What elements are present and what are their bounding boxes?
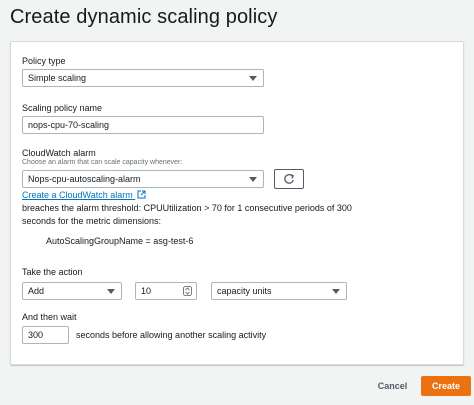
breach-description-line1: breaches the alarm threshold: CPUUtiliza… xyxy=(22,203,352,213)
breach-description-line2: seconds for the metric dimensions: xyxy=(22,216,162,226)
wait-label: And then wait xyxy=(22,312,77,322)
chevron-down-icon xyxy=(249,76,257,81)
wait-suffix-text: seconds before allowing another scaling … xyxy=(76,330,267,340)
refresh-icon xyxy=(284,173,295,184)
chevron-down-icon xyxy=(332,289,340,294)
cloudwatch-alarm-select[interactable]: Nops-cpu-autoscaling-alarm xyxy=(22,170,264,188)
take-action-label: Take the action xyxy=(22,267,83,277)
policy-name-input[interactable]: nops-cpu-70-scaling xyxy=(22,116,264,134)
policy-type-value: Simple scaling xyxy=(28,73,87,83)
number-stepper-icon[interactable] xyxy=(183,286,192,296)
cloudwatch-alarm-description: Choose an alarm that can scale capacity … xyxy=(22,159,183,166)
create-alarm-link-text: Create a CloudWatch alarm xyxy=(22,190,133,200)
action-operation-select[interactable]: Add xyxy=(22,282,122,300)
page-title: Create dynamic scaling policy xyxy=(10,6,278,28)
cloudwatch-alarm-value: Nops-cpu-autoscaling-alarm xyxy=(28,174,141,184)
metric-dimension: AutoScalingGroupName = asg-test-6 xyxy=(46,236,194,246)
external-link-icon xyxy=(137,190,146,199)
policy-type-select[interactable]: Simple scaling xyxy=(22,69,264,87)
create-policy-page: Create dynamic scaling policy Policy typ… xyxy=(0,0,474,405)
action-unit-value: capacity units xyxy=(217,286,272,296)
action-amount-input[interactable]: 10 xyxy=(135,282,197,300)
create-cloudwatch-alarm-link[interactable]: Create a CloudWatch alarm xyxy=(22,190,146,200)
create-button[interactable]: Create xyxy=(421,376,471,396)
chevron-down-icon xyxy=(249,177,257,182)
refresh-alarms-button[interactable] xyxy=(274,169,304,189)
cancel-button[interactable]: Cancel xyxy=(370,376,415,396)
wait-seconds-input[interactable]: 300 xyxy=(22,326,69,344)
cloudwatch-alarm-label: CloudWatch alarm xyxy=(22,148,96,158)
wait-seconds-value: 300 xyxy=(28,330,44,340)
policy-name-label: Scaling policy name xyxy=(22,103,103,113)
policy-form-panel: Policy type Simple scaling Scaling polic… xyxy=(10,41,464,365)
action-operation-value: Add xyxy=(28,286,45,296)
action-amount-value: 10 xyxy=(141,286,152,296)
chevron-down-icon xyxy=(107,289,115,294)
policy-name-value: nops-cpu-70-scaling xyxy=(28,120,110,130)
policy-type-label: Policy type xyxy=(22,56,66,66)
action-unit-select[interactable]: capacity units xyxy=(211,282,347,300)
